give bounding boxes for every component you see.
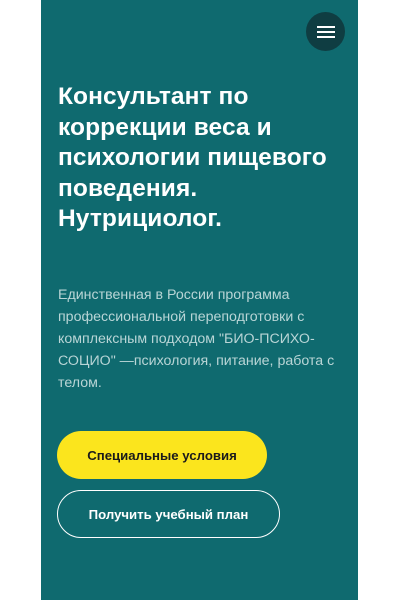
hero-section: Консультант по коррекции веса и психолог… bbox=[41, 0, 358, 600]
hamburger-menu-icon bbox=[316, 25, 335, 38]
special-conditions-button[interactable]: Специальные условия bbox=[57, 431, 267, 479]
page-title: Консультант по коррекции веса и психолог… bbox=[58, 83, 327, 232]
get-curriculum-button-label: Получить учебный план bbox=[88, 506, 249, 522]
hero-description: Единственная в России программа професси… bbox=[58, 287, 335, 391]
menu-button[interactable] bbox=[306, 12, 345, 51]
page: Консультант по коррекции веса и психолог… bbox=[0, 0, 400, 600]
get-curriculum-button[interactable]: Получить учебный план bbox=[57, 490, 280, 538]
special-conditions-button-label: Специальные условия bbox=[87, 447, 237, 463]
